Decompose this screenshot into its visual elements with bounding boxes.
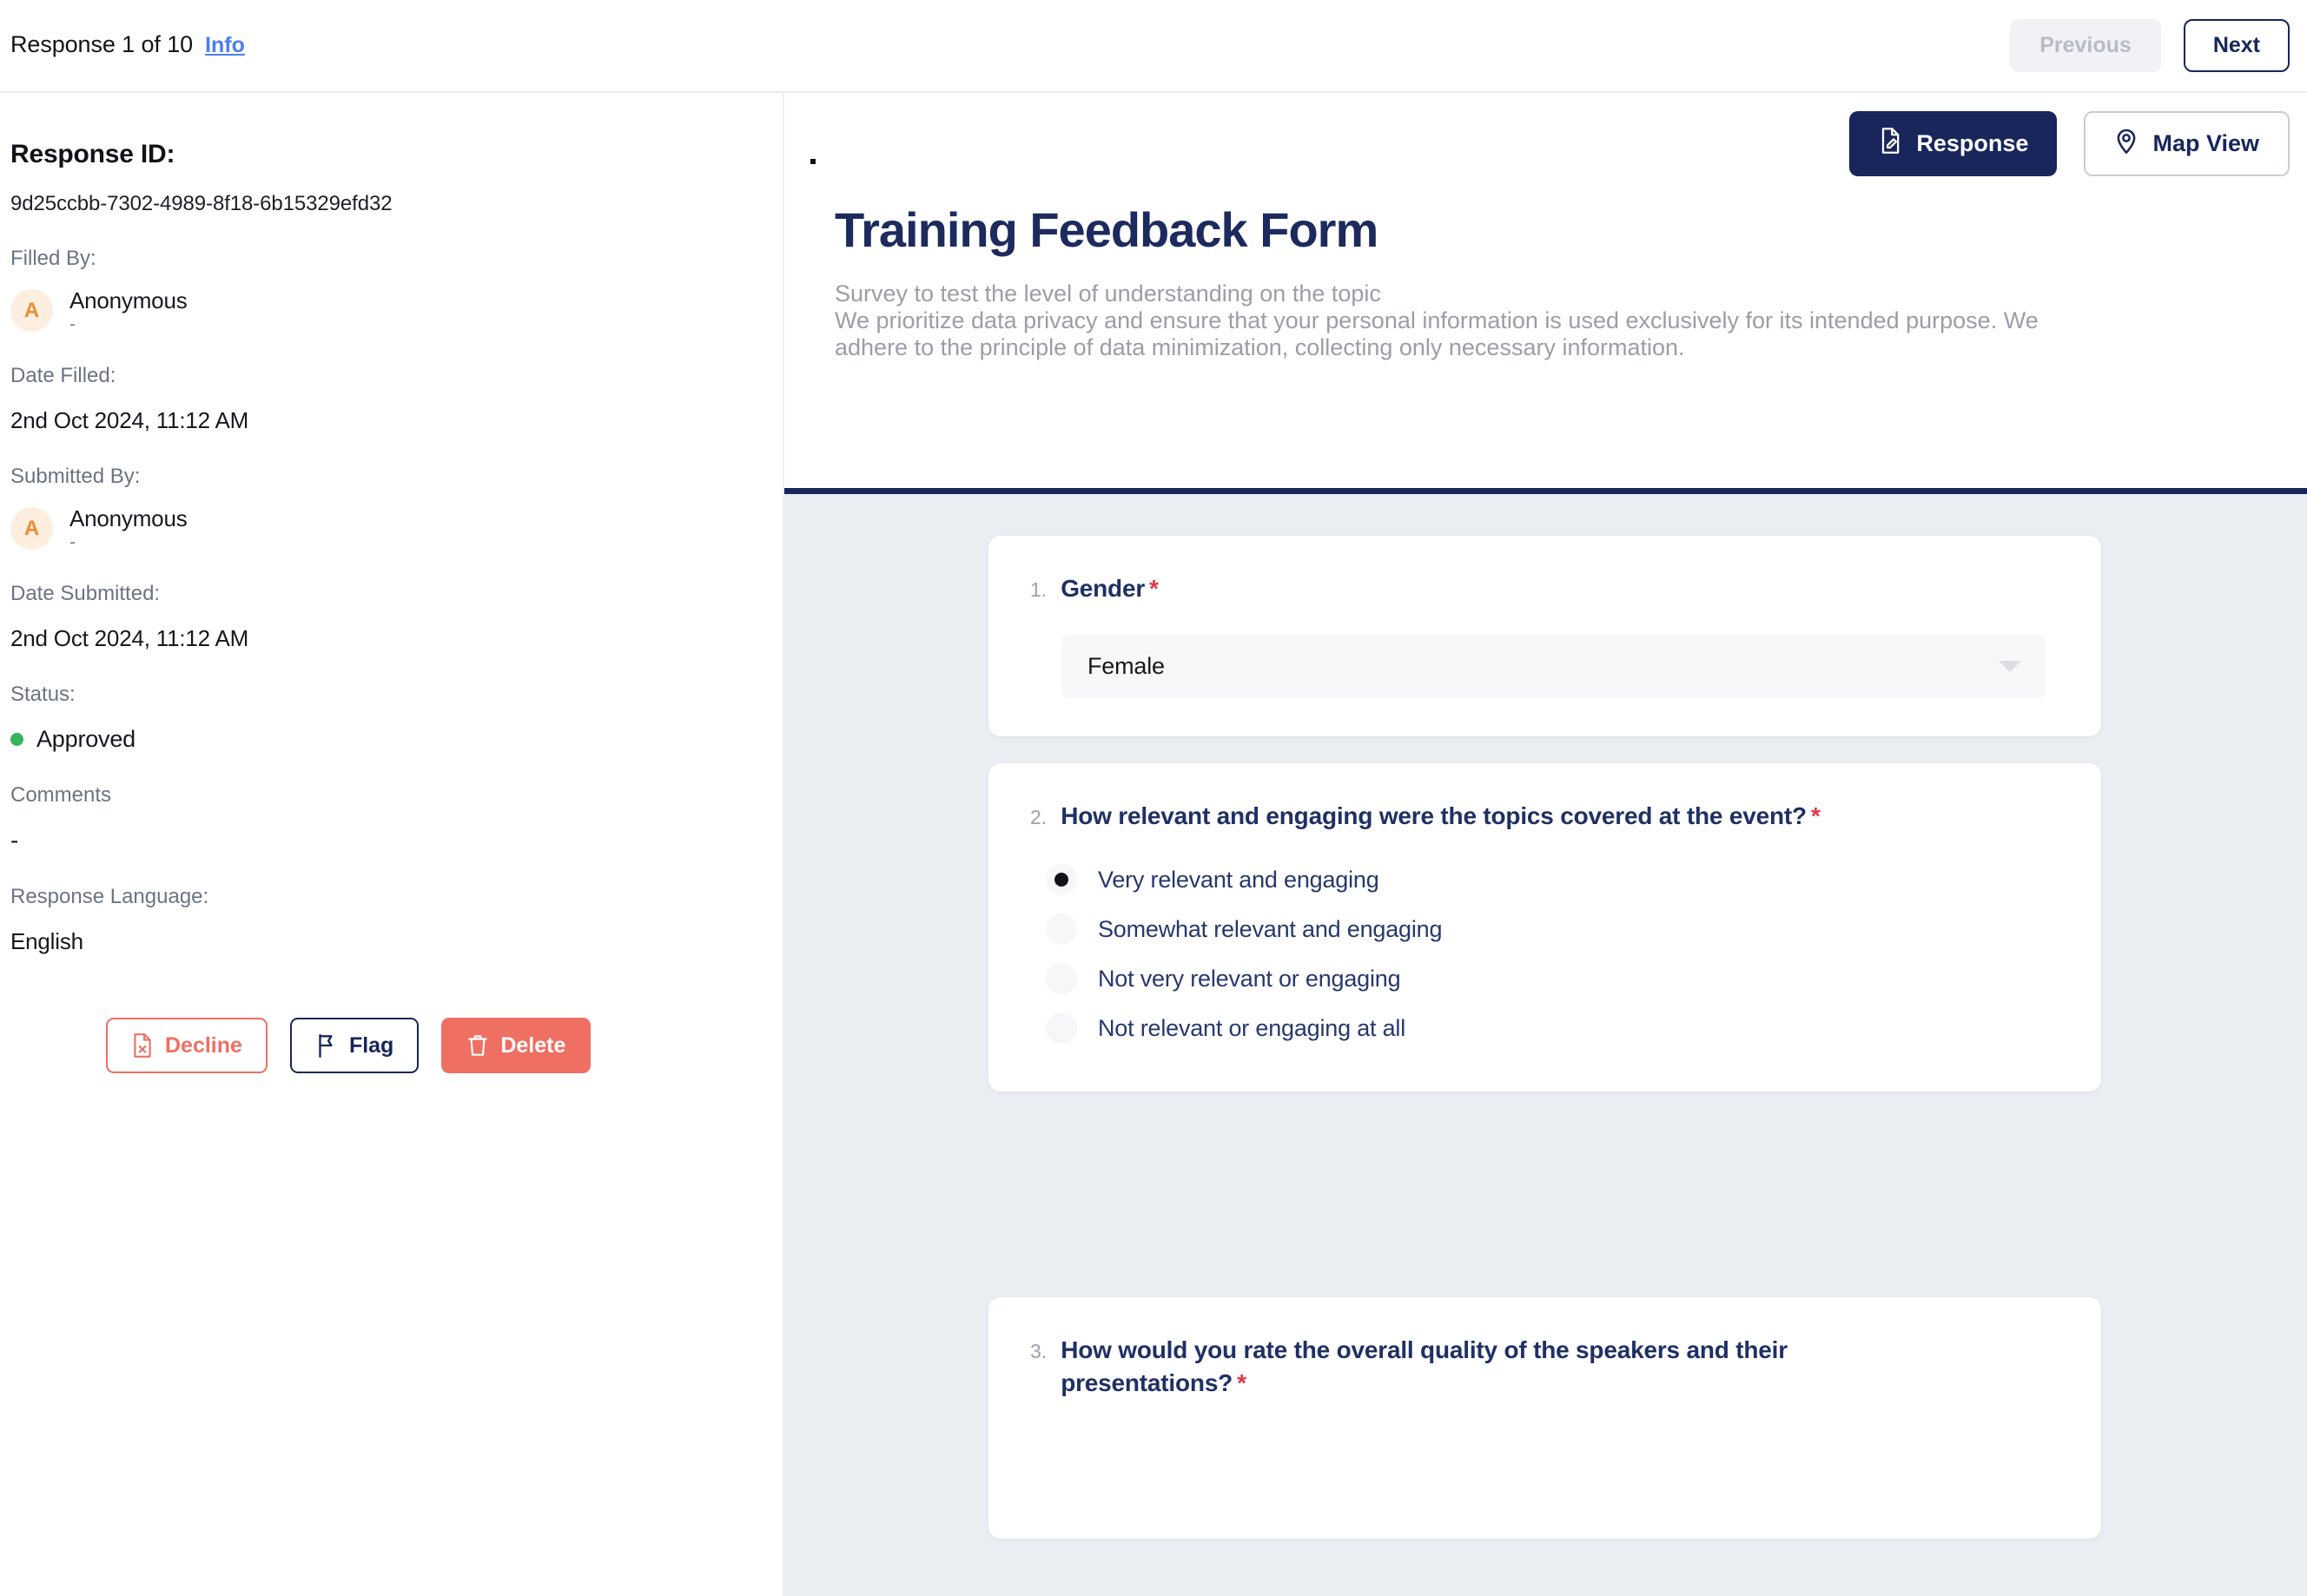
map-view-button[interactable]: Map View <box>2084 111 2290 176</box>
response-counter: Response 1 of 10 <box>10 31 194 57</box>
radio-option-label: Very relevant and engaging <box>1098 866 1379 893</box>
response-id-value: 9d25ccbb-7302-4989-8f18-6b15329efd32 <box>10 192 393 215</box>
dot-marker <box>810 159 816 164</box>
filled-by-label: Filled By: <box>10 247 96 270</box>
radio-option-label: Not very relevant or engaging <box>1098 965 1401 992</box>
filled-by-person: A Anonymous - <box>10 287 772 333</box>
decline-button[interactable]: Decline <box>106 1018 268 1073</box>
flag-button[interactable]: Flag <box>289 1018 420 1073</box>
radio-icon[interactable] <box>1046 1012 1077 1045</box>
required-marker: * <box>1810 802 1821 829</box>
submitted-by-person: A Anonymous - <box>10 505 772 551</box>
response-id-label: Response ID: <box>10 140 175 168</box>
question-3-number: 3. <box>1030 1340 1048 1362</box>
view-toggle-group: Response Map View <box>1849 111 2290 176</box>
radio-icon[interactable] <box>1046 913 1077 946</box>
question-1-heading: 1. Gender * <box>1030 572 2059 605</box>
date-submitted-label: Date Submitted: <box>10 582 161 605</box>
question-2-heading: 2. How relevant and engaging were the to… <box>1030 800 2059 833</box>
info-link[interactable]: Info <box>205 33 245 58</box>
radio-icon-selected[interactable] <box>1046 864 1077 896</box>
response-view-button[interactable]: Response <box>1849 111 2058 176</box>
date-filled-label: Date Filled: <box>10 364 116 387</box>
date-filled-value: 2nd Oct 2024, 11:12 AM <box>10 407 249 433</box>
status-badge: Approved <box>10 726 772 753</box>
flag-label: Flag <box>348 1032 394 1058</box>
response-counter-group: Response 1 of 10 Info <box>10 31 245 58</box>
question-3-text: How would you rate the overall quality o… <box>1061 1336 1788 1396</box>
filled-by-name: Anonymous <box>69 287 188 313</box>
question-card-3: 3. How would you rate the overall qualit… <box>988 1297 2101 1539</box>
flag-icon <box>315 1032 338 1059</box>
submitted-by-sub: - <box>69 532 76 552</box>
map-view-label: Map View <box>2152 130 2259 156</box>
submitted-by-label: Submitted By: <box>10 465 141 488</box>
question-2-text: How relevant and engaging were the topic… <box>1061 802 1821 829</box>
pagination-controls: Previous Next <box>2010 19 2290 72</box>
response-language-label: Response Language: <box>10 885 209 908</box>
question-card-2: 2. How relevant and engaging were the to… <box>988 763 2101 1091</box>
radio-option-label: Somewhat relevant and engaging <box>1098 915 1443 942</box>
document-edit-icon <box>1878 127 1902 161</box>
radio-option[interactable]: Somewhat relevant and engaging <box>1046 905 2059 954</box>
form-description-line-2: We prioritize data privacy and ensure th… <box>835 307 2039 333</box>
question-1-number: 1. <box>1030 578 1048 601</box>
previous-button[interactable]: Previous <box>2010 19 2161 72</box>
question-2-number: 2. <box>1030 806 1048 828</box>
response-details-sidebar: Response ID: 9d25ccbb-7302-4989-8f18-6b1… <box>0 93 784 1596</box>
question-2-options: Very relevant and engaging Somewhat rele… <box>1046 855 2059 1053</box>
radio-option[interactable]: Very relevant and engaging <box>1046 855 2059 905</box>
comments-value: - <box>10 827 19 854</box>
radio-option[interactable]: Not very relevant or engaging <box>1046 954 2059 1004</box>
gender-select[interactable]: Female <box>1061 634 2046 698</box>
gender-select-value: Female <box>1087 652 1165 679</box>
trash-icon <box>466 1032 489 1059</box>
question-3-heading: 3. How would you rate the overall qualit… <box>1030 1334 2059 1400</box>
response-language-value: English <box>10 928 83 954</box>
radio-option-label: Not relevant or engaging at all <box>1098 1014 1406 1041</box>
top-bar: Response 1 of 10 Info Previous Next <box>0 0 2307 93</box>
avatar: A <box>10 289 53 332</box>
submitted-by-name: Anonymous <box>69 505 188 531</box>
form-questions-area: 1. Gender * Female 2. How relevant and en… <box>784 488 2307 1596</box>
file-x-icon <box>131 1032 154 1059</box>
response-preview-panel: Response Map View Training Feedback Form… <box>784 93 2307 1596</box>
form-description-line-1: Survey to test the level of understandin… <box>835 280 1381 307</box>
sidebar-action-buttons: Decline Flag Delete <box>10 1018 772 1073</box>
decline-label: Decline <box>165 1032 242 1058</box>
form-header: Training Feedback Form Survey to test th… <box>835 201 2259 360</box>
comments-label: Comments <box>10 783 112 807</box>
form-description-line-3: adhere to the principle of data minimiza… <box>835 333 1685 360</box>
map-pin-icon <box>2114 127 2138 161</box>
response-view-label: Response <box>1916 130 2029 156</box>
question-card-1: 1. Gender * Female <box>988 536 2101 736</box>
required-marker: * <box>1149 575 1159 602</box>
delete-label: Delete <box>500 1032 566 1058</box>
date-submitted-value: 2nd Oct 2024, 11:12 AM <box>10 625 249 651</box>
next-button[interactable]: Next <box>2183 19 2290 72</box>
question-1-text: Gender * <box>1061 575 1159 602</box>
chevron-down-icon <box>1999 660 2021 672</box>
filled-by-sub: - <box>69 314 76 334</box>
status-dot-icon <box>10 733 23 746</box>
form-title: Training Feedback Form <box>835 202 1378 257</box>
form-description: Survey to test the level of understandin… <box>835 281 2259 360</box>
radio-icon[interactable] <box>1046 963 1077 995</box>
status-label: Status: <box>10 683 76 706</box>
radio-option[interactable]: Not relevant or engaging at all <box>1046 1004 2059 1053</box>
required-marker: * <box>1237 1368 1246 1396</box>
avatar: A <box>10 507 53 550</box>
delete-button[interactable]: Delete <box>441 1018 592 1073</box>
status-value: Approved <box>36 726 136 752</box>
